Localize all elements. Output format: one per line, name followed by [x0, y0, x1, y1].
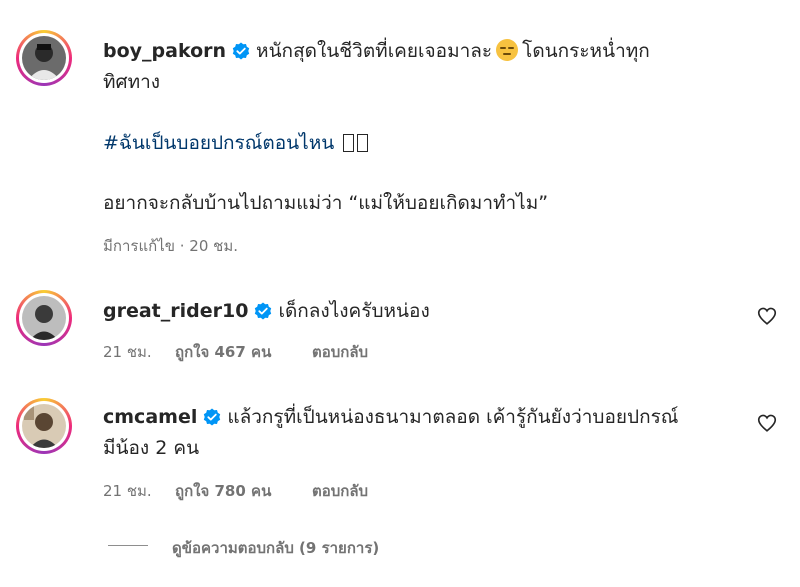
- comment-likes[interactable]: ถูกใจ 780 คน: [175, 479, 271, 503]
- comment-text: แล้วกรูที่เป็นหน่องธนามาตลอด เค้ารู้กันย…: [227, 406, 679, 428]
- comment-likes[interactable]: ถูกใจ 467 คน: [175, 340, 271, 364]
- comment-avatar[interactable]: [16, 290, 72, 346]
- post-hashtag-link[interactable]: #ฉันเป็นบอยปกรณ์ตอนไหน: [103, 132, 334, 154]
- post-username[interactable]: boy_pakorn: [103, 40, 226, 62]
- comment-username[interactable]: great_rider10: [103, 300, 248, 322]
- replies-divider: [108, 545, 148, 546]
- post-meta: มีการแก้ไข · 20 ชม.: [103, 237, 238, 255]
- post-caption-part-b: โดนกระหน่ำทุก: [522, 40, 650, 62]
- verified-badge-icon: [254, 302, 272, 324]
- unknown-glyph-icon: [343, 134, 355, 152]
- comment-avatar[interactable]: [16, 398, 72, 454]
- verified-badge-icon: [232, 42, 250, 64]
- post-caption-line3: อยากจะกลับบ้านไปถามแม่ว่า “แม่ให้บอยเกิด…: [103, 192, 549, 214]
- reply-button[interactable]: ตอบกลับ: [312, 479, 368, 503]
- comment-text: เด็กลงไงครับหน่อง: [278, 300, 430, 322]
- comment-time[interactable]: 21 ชม.: [103, 340, 152, 364]
- like-heart-icon[interactable]: [756, 305, 778, 327]
- comment-text-line2: มีน้อง 2 คน: [103, 437, 200, 459]
- unknown-glyph-icon: [357, 134, 369, 152]
- pensive-face-emoji-icon: [496, 39, 519, 61]
- comment-time[interactable]: 21 ชม.: [103, 479, 152, 503]
- like-heart-icon[interactable]: [756, 412, 778, 434]
- verified-badge-icon: [203, 408, 221, 430]
- view-replies-button[interactable]: ดูข้อความตอบกลับ (9 รายการ): [172, 536, 379, 560]
- post-caption-line2: ทิศทาง: [103, 71, 161, 93]
- post-avatar[interactable]: [16, 30, 72, 86]
- comment-username[interactable]: cmcamel: [103, 406, 197, 428]
- post-caption-part-a: หนักสุดในชีวิตที่เคยเจอมาละ: [256, 40, 493, 62]
- reply-button[interactable]: ตอบกลับ: [312, 340, 368, 364]
